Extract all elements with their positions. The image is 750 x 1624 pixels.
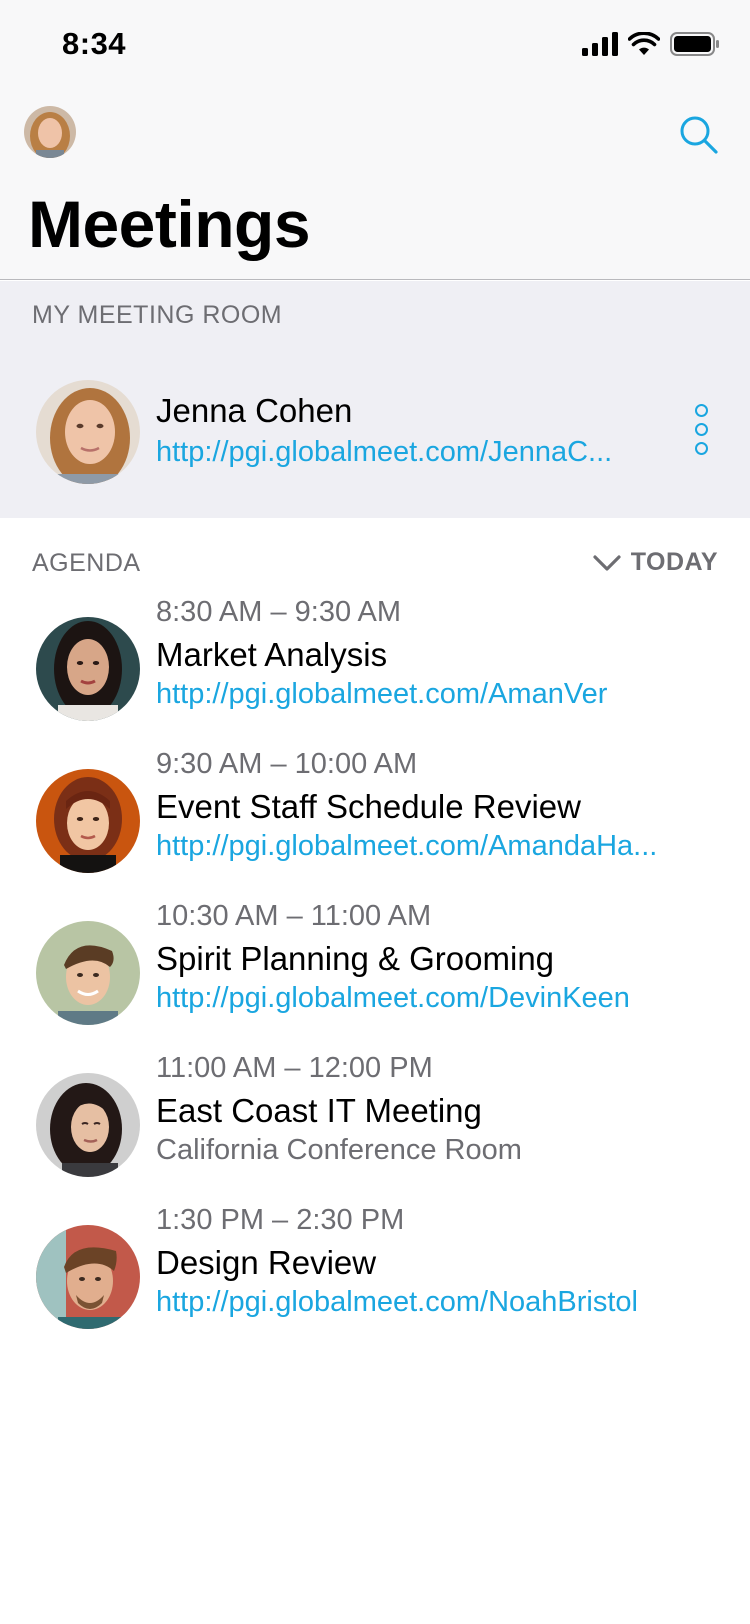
page-title: Meetings — [28, 187, 311, 261]
status-icons — [582, 32, 720, 56]
battery-icon — [670, 32, 719, 56]
avatar — [36, 921, 140, 1025]
profile-avatar[interactable] — [24, 106, 76, 158]
meeting-room-owner-name: Jenna Cohen — [156, 392, 353, 429]
agenda-item-time: 9:30 AM – 10:00 AM — [156, 748, 418, 780]
avatar — [36, 617, 140, 721]
agenda-item-time: 1:30 PM – 2:30 PM — [156, 1204, 405, 1236]
status-time: 8:34 — [62, 26, 127, 61]
agenda-item-time: 10:30 AM – 11:00 AM — [156, 900, 432, 932]
agenda-item-time: 8:30 AM – 9:30 AM — [156, 596, 402, 628]
search-icon — [680, 116, 718, 154]
agenda-filter-dropdown[interactable]: TODAY — [593, 548, 718, 577]
more-options-button[interactable] — [688, 404, 714, 455]
avatar — [24, 106, 76, 158]
meeting-room-avatar — [36, 380, 140, 484]
search-button[interactable] — [678, 114, 720, 156]
section-label-agenda: AGENDA — [32, 549, 141, 577]
agenda-item[interactable]: 8:30 AM – 9:30 AM Market Analysis http:/… — [0, 584, 750, 734]
agenda-item-url[interactable]: http://pgi.globalmeet.com/AmandaHa... — [156, 830, 657, 863]
agenda-item-location: California Conference Room — [156, 1134, 522, 1166]
agenda-item-title: Design Review — [156, 1244, 377, 1281]
agenda-item-title: Event Staff Schedule Review — [156, 788, 581, 825]
agenda-item-time: 11:00 AM – 12:00 PM — [156, 1052, 433, 1084]
agenda-item[interactable]: 9:30 AM – 10:00 AM Event Staff Schedule … — [0, 736, 750, 886]
agenda-item-url[interactable]: http://pgi.globalmeet.com/AmanVer — [156, 678, 607, 711]
chevron-down-icon — [593, 554, 621, 571]
header-area: 8:34 Meetings — [0, 0, 750, 280]
agenda-item[interactable]: 11:00 AM – 12:00 PM East Coast IT Meetin… — [0, 1040, 750, 1190]
more-icon-dot — [694, 423, 708, 436]
agenda-filter-label: TODAY — [630, 548, 718, 576]
agenda-item-title: Market Analysis — [156, 636, 388, 673]
agenda-item[interactable]: 1:30 PM – 2:30 PM Design Review http://p… — [0, 1192, 750, 1342]
meeting-room-url[interactable]: http://pgi.globalmeet.com/JennaC... — [156, 436, 612, 469]
agenda-item-url[interactable]: http://pgi.globalmeet.com/NoahBristol — [156, 1286, 638, 1319]
more-icon-dot — [694, 442, 708, 455]
cellular-signal-icon — [582, 32, 618, 56]
agenda-item[interactable]: 10:30 AM – 11:00 AM Spirit Planning & Gr… — [0, 888, 750, 1038]
wifi-icon — [628, 32, 660, 55]
section-label-my-meeting-room: MY MEETING ROOM — [32, 301, 283, 329]
agenda-item-title: East Coast IT Meeting — [156, 1092, 482, 1129]
avatar — [36, 1225, 140, 1329]
agenda-item-url[interactable]: http://pgi.globalmeet.com/DevinKeen — [156, 982, 630, 1015]
agenda-item-title: Spirit Planning & Grooming — [156, 940, 555, 977]
avatar — [36, 1073, 140, 1177]
more-icon — [694, 404, 708, 417]
avatar — [36, 769, 140, 873]
